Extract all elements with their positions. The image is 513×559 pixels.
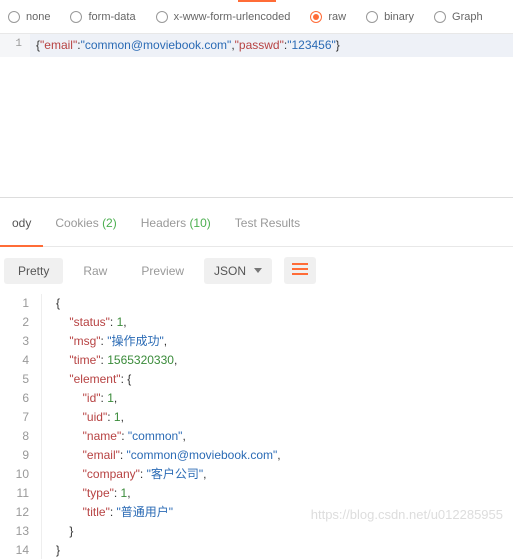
top-tab-strip <box>0 0 513 3</box>
body-type-row: none form-data x-www-form-urlencoded raw… <box>0 3 513 34</box>
line-number: 1 <box>0 34 30 57</box>
radio-urlencoded[interactable]: x-www-form-urlencoded <box>148 11 299 23</box>
response-json-viewer[interactable]: 1{ 2 "status": 1, 3 "msg": "操作成功", 4 "ti… <box>0 294 513 559</box>
code-content: { <box>42 294 60 313</box>
code-content: "time": 1565320330, <box>42 351 177 370</box>
radio-form-data[interactable]: form-data <box>62 11 143 23</box>
radio-label: x-www-form-urlencoded <box>174 11 291 23</box>
view-raw[interactable]: Raw <box>69 258 121 284</box>
radio-icon <box>70 11 82 23</box>
radio-graphql[interactable]: Graph <box>426 11 491 23</box>
code-content: "email": "common@moviebook.com", <box>42 446 281 465</box>
tab-test-results[interactable]: Test Results <box>223 210 312 236</box>
code-content: "msg": "操作成功", <box>42 332 167 351</box>
radio-label: Graph <box>452 11 483 23</box>
radio-label: binary <box>384 11 414 23</box>
format-label: JSON <box>214 264 246 278</box>
view-preview[interactable]: Preview <box>127 258 198 284</box>
code-content: "title": "普通用户" <box>42 503 173 522</box>
chevron-down-icon <box>254 268 262 273</box>
view-controls: Pretty Raw Preview JSON <box>0 247 513 294</box>
format-dropdown[interactable]: JSON <box>204 258 272 284</box>
tab-headers[interactable]: Headers (10) <box>129 210 223 236</box>
radio-label: none <box>26 11 50 23</box>
radio-raw[interactable]: raw <box>302 11 354 23</box>
wrap-icon <box>292 263 308 275</box>
line-number: 1 <box>0 294 42 313</box>
tab-body[interactable]: ody <box>0 210 43 236</box>
code-line: 1 {"email":"common@moviebook.com","passw… <box>0 34 513 57</box>
line-number: 3 <box>0 332 42 351</box>
line-number: 6 <box>0 389 42 408</box>
request-body-editor[interactable]: 1 {"email":"common@moviebook.com","passw… <box>0 34 513 57</box>
radio-binary[interactable]: binary <box>358 11 422 23</box>
code-content: "name": "common", <box>42 427 186 446</box>
tab-cookies[interactable]: Cookies (2) <box>43 210 128 236</box>
code-content[interactable]: {"email":"common@moviebook.com","passwd"… <box>30 34 513 57</box>
radio-icon <box>8 11 20 23</box>
line-number: 13 <box>0 522 42 541</box>
code-content: "status": 1, <box>42 313 127 332</box>
code-content: "element": { <box>42 370 131 389</box>
code-content: "company": "客户公司", <box>42 465 206 484</box>
line-number: 8 <box>0 427 42 446</box>
code-content: } <box>42 522 73 541</box>
code-content: "id": 1, <box>42 389 117 408</box>
code-content: "uid": 1, <box>42 408 124 427</box>
line-number: 10 <box>0 465 42 484</box>
line-number: 2 <box>0 313 42 332</box>
radio-icon <box>434 11 446 23</box>
response-tabs: ody Cookies (2) Headers (10) Test Result… <box>0 198 513 247</box>
view-pretty[interactable]: Pretty <box>4 258 63 284</box>
wrap-lines-button[interactable] <box>284 257 316 284</box>
radio-label: form-data <box>88 11 135 23</box>
line-number: 4 <box>0 351 42 370</box>
line-number: 11 <box>0 484 42 503</box>
radio-label: raw <box>328 11 346 23</box>
code-content: "type": 1, <box>42 484 131 503</box>
line-number: 12 <box>0 503 42 522</box>
line-number: 5 <box>0 370 42 389</box>
radio-none[interactable]: none <box>0 11 58 23</box>
radio-icon <box>156 11 168 23</box>
active-tab-indicator <box>238 0 276 2</box>
line-number: 9 <box>0 446 42 465</box>
editor-empty-area[interactable] <box>0 57 513 197</box>
line-number: 7 <box>0 408 42 427</box>
radio-icon <box>366 11 378 23</box>
radio-icon <box>310 11 322 23</box>
